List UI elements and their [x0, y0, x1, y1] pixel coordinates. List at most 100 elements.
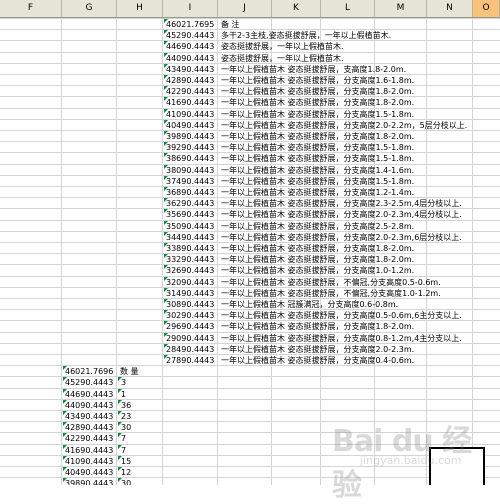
- cell-number: 29690.4443: [166, 322, 215, 331]
- remark-text: 一年以上假植苗木 姿态挺拔舒展，分支高度1.8-2.0m.: [221, 132, 415, 141]
- cell-number: 35090.4443: [166, 222, 215, 231]
- remark-text: 一年以上假植苗木 冠簇满冠，分支高度0.6-0.8m.: [221, 300, 399, 309]
- quantity-value: 30: [121, 479, 132, 485]
- cell-number: 34490.4443: [166, 233, 215, 242]
- quantity-value: 7: [121, 434, 127, 443]
- column-header-j[interactable]: J: [218, 0, 272, 17]
- cell-number: 35690.4443: [166, 210, 215, 219]
- cell-number: 45290.4443: [65, 378, 114, 387]
- cell-number: 44690.4443: [65, 390, 114, 399]
- cell-number: 40490.4443: [65, 468, 114, 477]
- cell-number: 36890.4443: [166, 188, 215, 197]
- quantity-value: 36: [121, 401, 132, 410]
- remark-text: 姿态挺拔舒展，一年以上假植苗木.: [221, 54, 344, 63]
- quantity-value: 15: [121, 457, 132, 466]
- remark-text: 一年以上假植苗木 姿态挺拔舒展，分支高度0.5-0.6m,6主分支以上.: [221, 311, 462, 320]
- column-header-f[interactable]: F: [0, 0, 62, 17]
- selected-cell-box[interactable]: [429, 447, 485, 485]
- remark-text: 一年以上假植苗木 姿态挺拔舒展，分支高度1.5-1.8m.: [221, 177, 415, 186]
- cell-number: 41690.4443: [166, 98, 215, 107]
- cell-number: 28490.4443: [166, 345, 215, 354]
- cell-number: 33890.4443: [166, 244, 215, 253]
- gridline-horizontal: [0, 18, 500, 19]
- quantity-value: 23: [121, 412, 132, 421]
- remark-text: 一年以上假植苗木 姿态挺拔舒展，分支高度2.0-2.3m,6层分枝以上.: [221, 233, 462, 242]
- cell-number: 46021.7695: [166, 20, 215, 29]
- quantity-value: 7: [121, 446, 127, 455]
- remark-text: 一年以上假植苗木 姿态挺拔舒展，分支高度1.8-2.0m.: [221, 255, 415, 264]
- remark-text: 一年以上假植苗木 姿态挺拔舒展，分支高度2.0-2.3m.: [221, 345, 415, 354]
- remark-text: 一年以上假植苗木 姿态挺拔舒展，分支高度2.3-2.5m,4层分枝以上.: [221, 199, 462, 208]
- column-header-m[interactable]: M: [375, 0, 427, 17]
- remark-text: 一年以上假植苗木 姿态挺拔舒展，分支高度1.5-1.8m.: [221, 110, 415, 119]
- cell-number: 44090.4443: [166, 54, 215, 63]
- column-header-bar: FGHIJKLMNOP: [0, 0, 500, 18]
- quantity-value: 30: [121, 423, 132, 432]
- cell-number: 42290.4443: [166, 87, 215, 96]
- cell-number: 30290.4443: [166, 311, 215, 320]
- quantity-value: 3: [121, 378, 127, 387]
- cell-number: 41690.4443: [65, 446, 114, 455]
- cell-number: 36290.4443: [166, 199, 215, 208]
- column-header-o[interactable]: O: [473, 0, 500, 17]
- remark-text: 一年以上假植苗木 姿态挺拔舒展，分支高度1.0-1.2m.: [221, 266, 415, 275]
- cell-number: 38690.4443: [166, 154, 215, 163]
- remark-text: 一年以上假植苗木 姿态挺拔舒展，分支高度1.2-1.4m.: [221, 188, 415, 197]
- remark-text: 姿态挺拔舒展，一年以上假植苗木.: [221, 42, 344, 51]
- column-header-i[interactable]: I: [163, 0, 218, 17]
- quantity-value: 1: [121, 390, 127, 399]
- column-header-h[interactable]: H: [117, 0, 163, 17]
- remark-text: 一年以上假植苗木 姿态挺拔舒展，分支高度2.0-2.2m，5层分枝以上.: [221, 121, 468, 130]
- cell-number: 42890.4443: [166, 76, 215, 85]
- remark-text: 一年以上假植苗木 姿态挺拔舒展，分支高度2.5-2.8m.: [221, 222, 415, 231]
- remark-text: 一年以上假植苗木 姿态挺拔舒展，支高度1.8-2.0m.: [221, 65, 407, 74]
- cell-number: 31490.4443: [166, 289, 215, 298]
- cell-number: 39290.4443: [166, 143, 215, 152]
- spreadsheet-grid[interactable]: 46021.7695 备 注 45290.4443 多干2-3主枝,姿态挺拔舒展，一年…: [0, 18, 500, 485]
- cell-number: 46021.7696: [65, 367, 114, 376]
- remarks-header: 备 注: [221, 20, 240, 29]
- quantity-value: 12: [121, 468, 132, 477]
- gridline-vertical: [472, 18, 473, 485]
- cell-number: 43490.4443: [166, 65, 215, 74]
- gridline-vertical: [162, 18, 163, 485]
- remark-text: 一年以上假植苗木 姿态挺拔舒展，不偏冠,分支高度1.0-1.2m.: [221, 289, 441, 298]
- column-header-n[interactable]: N: [427, 0, 473, 17]
- remark-text: 一年以上假植苗木 姿态挺拔舒展，分支高度1.5-1.8m.: [221, 154, 415, 163]
- cell-number: 33290.4443: [166, 255, 215, 264]
- cell-number: 32090.4443: [166, 278, 215, 287]
- remark-text: 一年以上假植苗木 姿态挺拔舒展，分支高度1.8-2.0m.: [221, 87, 415, 96]
- cell-number: 41090.4443: [65, 457, 114, 466]
- cell-number: 37490.4443: [166, 177, 215, 186]
- cell-number: 27890.4443: [166, 356, 215, 365]
- quantity-header: 数 量: [120, 367, 139, 376]
- cell-number: 45290.4443: [166, 31, 215, 40]
- cell-number: 42890.4443: [65, 423, 114, 432]
- cell-number: 42290.4443: [65, 434, 114, 443]
- remark-text: 一年以上假植苗木 姿态挺拔舒展，分支高度1.5-1.8m.: [221, 143, 415, 152]
- remark-text: 一年以上假植苗木 姿态挺拔舒展，分支高度1.6-1.8m.: [221, 76, 415, 85]
- cell-number: 41090.4443: [166, 110, 215, 119]
- gridline-vertical: [61, 18, 62, 485]
- gridline-vertical: [426, 18, 427, 485]
- cell-number: 44090.4443: [65, 401, 114, 410]
- column-header-g[interactable]: G: [62, 0, 117, 17]
- remark-text: 一年以上假植苗木 姿态挺拔舒展，分支高度1.8-2.0m.: [221, 244, 415, 253]
- cell-number: 40490.4443: [166, 121, 215, 130]
- cell-number: 44690.4443: [166, 42, 215, 51]
- column-header-k[interactable]: K: [272, 0, 321, 17]
- column-header-l[interactable]: L: [321, 0, 375, 17]
- cell-number: 39890.4443: [65, 479, 114, 485]
- remark-text: 一年以上假植苗木 姿态挺拔舒展，分支高度1.8-2.0m.: [221, 98, 415, 107]
- remark-text: 一年以上假植苗木 姿态挺拔舒展，分支高度1.4-1.6m.: [221, 166, 415, 175]
- cell-number: 30890.4443: [166, 300, 215, 309]
- cell-number: 29090.4443: [166, 334, 215, 343]
- remark-text: 多干2-3主枝,姿态挺拔舒展，一年以上假植苗木.: [221, 31, 392, 40]
- remark-text: 一年以上假植苗木 姿态挺拔舒展，分支高度2.0-2.3m,4层分枝以上.: [221, 210, 462, 219]
- cell-number: 38090.4443: [166, 166, 215, 175]
- cell-number: 39890.4443: [166, 132, 215, 141]
- gridline-vertical: [116, 18, 117, 485]
- cell-number: 43490.4443: [65, 412, 114, 421]
- remark-text: 一年以上假植苗木 姿态挺拔舒展，分支高度0.8-1.2m,4主分支以上.: [221, 334, 462, 343]
- cell-number: 32690.4443: [166, 266, 215, 275]
